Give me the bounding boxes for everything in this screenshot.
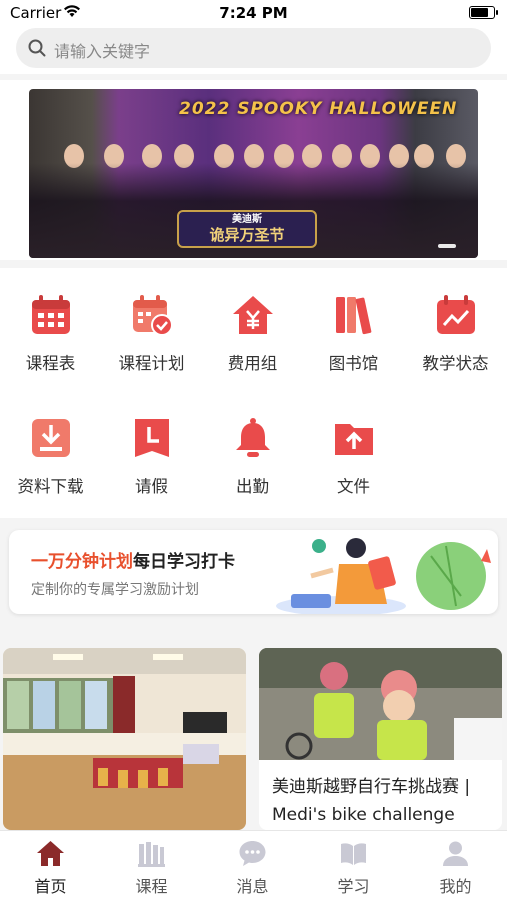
menu-label: 请假 <box>135 477 168 496</box>
menu-label: 教学状态 <box>422 354 489 373</box>
menu-item-course-plan[interactable]: 课程计划 <box>101 268 202 378</box>
search-icon <box>28 39 46 57</box>
bottom-tab-bar: 首页 课程 消息 学习 我的 <box>0 830 507 900</box>
banner-carousel[interactable]: 2022 SPOOKY HALLOWEEN 美迪斯 诡异万圣节 <box>29 89 478 258</box>
calendar-grid-icon <box>32 295 70 334</box>
menu-label: 课程计划 <box>118 354 185 373</box>
menu-item-leave[interactable]: 请假 <box>101 391 202 501</box>
folder-upload-icon <box>335 424 373 455</box>
menu-label: 出勤 <box>236 477 269 496</box>
news-card-classroom[interactable] <box>3 648 246 830</box>
yuan-house-icon <box>233 296 273 334</box>
promo-highlight: 一万分钟计划 <box>31 552 133 572</box>
promo-title-rest: 每日学习打卡 <box>133 552 235 572</box>
tab-label: 我的 <box>439 877 472 896</box>
menu-label: 资料下载 <box>17 477 84 496</box>
classroom-photo <box>3 648 246 830</box>
menu-item-download[interactable]: 资料下载 <box>0 391 101 501</box>
search-placeholder: 请输入关键字 <box>54 42 151 61</box>
carousel-indicator <box>438 244 456 248</box>
menu-label: 课程表 <box>25 354 76 373</box>
tab-label: 首页 <box>34 877 67 896</box>
calendar-check-icon <box>133 295 173 336</box>
course-icon <box>138 842 165 867</box>
study-plan-banner[interactable]: 一万分钟计划每日学习打卡 定制你的专属学习激励计划 <box>9 530 498 614</box>
menu-label: 文件 <box>337 477 370 496</box>
menu-item-teaching-status[interactable]: 教学状态 <box>405 268 506 378</box>
calendar-trend-icon <box>437 295 475 334</box>
bell-icon <box>236 418 270 457</box>
bike-challenge-photo <box>259 648 502 760</box>
news-card-caption: 美迪斯越野自行车挑战赛 | Medi's bike challenge <box>272 777 471 825</box>
news-card-bike-challenge[interactable]: 美迪斯越野自行车挑战赛 | Medi's bike challenge <box>259 648 502 830</box>
battery-icon <box>469 6 498 19</box>
clock-bookmark-icon <box>135 419 169 457</box>
user-icon <box>443 841 468 866</box>
status-bar: Carrier 7:24 PM <box>0 0 507 26</box>
menu-label: 费用组 <box>227 354 278 373</box>
menu-item-fee-group[interactable]: 费用组 <box>202 268 303 378</box>
study-illustration <box>276 538 491 614</box>
tab-profile[interactable]: 我的 <box>405 831 506 900</box>
tab-course[interactable]: 课程 <box>101 831 202 900</box>
download-icon <box>32 419 70 457</box>
home-icon <box>37 841 64 866</box>
message-icon <box>239 841 266 866</box>
banner-plaque-text: 诡异万圣节 <box>209 226 285 244</box>
menu-item-attendance[interactable]: 出勤 <box>202 391 303 501</box>
menu-label: 图书馆 <box>328 354 379 373</box>
tab-label: 学习 <box>337 877 370 896</box>
banner-container: 2022 SPOOKY HALLOWEEN 美迪斯 诡异万圣节 <box>0 80 507 260</box>
menu-item-schedule[interactable]: 课程表 <box>0 268 101 378</box>
promo-title: 一万分钟计划每日学习打卡 <box>31 547 235 572</box>
menu-item-files[interactable]: 文件 <box>303 391 404 501</box>
tab-home[interactable]: 首页 <box>0 831 101 900</box>
tab-label: 消息 <box>236 877 269 896</box>
book-icon <box>341 843 366 865</box>
menu-item-library[interactable]: 图书馆 <box>303 268 404 378</box>
search-bar-container: 请输入关键字 <box>0 26 507 74</box>
function-grid: 课程表 课程计划 费用组 图书馆 教学状态 资料下载 请假 出勤 文件 <box>0 268 507 518</box>
tab-messages[interactable]: 消息 <box>202 831 303 900</box>
tab-label: 课程 <box>135 877 168 896</box>
banner-plaque-small: 美迪斯 <box>232 214 262 225</box>
status-time: 7:24 PM <box>219 4 288 22</box>
promo-subtitle: 定制你的专属学习激励计划 <box>31 582 199 598</box>
tab-study[interactable]: 学习 <box>303 831 404 900</box>
banner-plaque: 美迪斯 诡异万圣节 <box>177 210 317 248</box>
banner-title: 2022 SPOOKY HALLOWEEN <box>179 99 458 119</box>
search-input[interactable]: 请输入关键字 <box>16 28 491 68</box>
books-icon <box>336 297 372 335</box>
